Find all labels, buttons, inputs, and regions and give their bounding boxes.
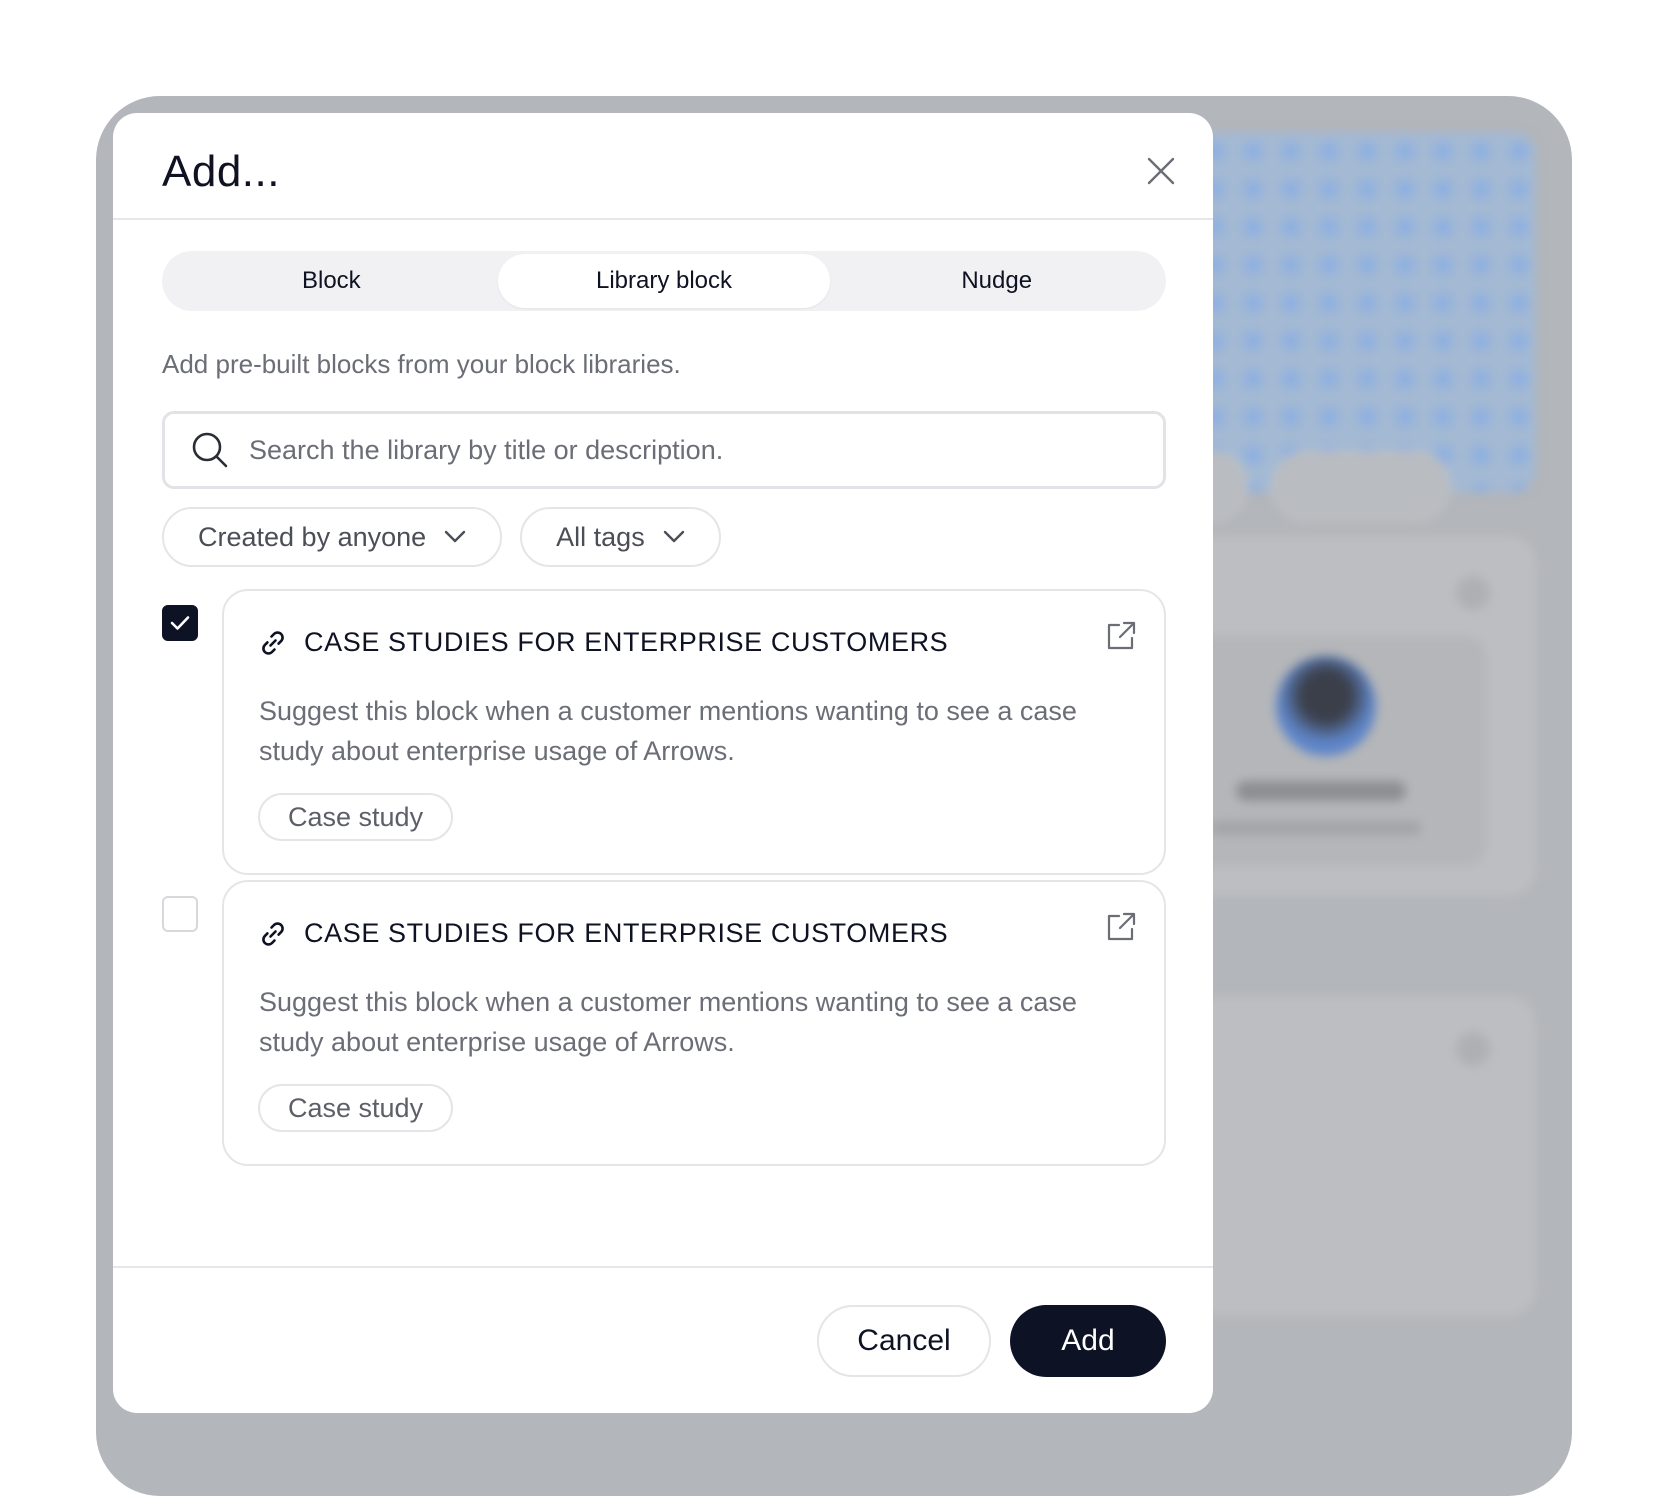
card-title-row: CASE STUDIES FOR ENTERPRISE CUSTOMERS xyxy=(258,627,948,658)
tab-label: Block xyxy=(301,267,361,294)
open-external-button[interactable] xyxy=(1104,619,1138,653)
dialog-description: Add pre-built blocks from your block lib… xyxy=(162,349,681,379)
dialog-title: Add... xyxy=(162,147,280,196)
library-block-card[interactable]: CASE STUDIES FOR ENTERPRISE CUSTOMERS Su… xyxy=(222,880,1166,1166)
checkmark-icon xyxy=(170,616,190,630)
tags-filter[interactable]: All tags xyxy=(520,507,721,567)
background-banner xyxy=(1196,132,1536,492)
background-dot-2 xyxy=(1456,1032,1490,1066)
add-button[interactable]: Add xyxy=(1010,1305,1166,1377)
tag-badge: Case study xyxy=(258,793,454,841)
item-checkbox[interactable] xyxy=(162,896,198,932)
external-link-icon xyxy=(1107,621,1136,650)
background-email-line xyxy=(1211,821,1421,835)
card-description: Suggest this block when a customer menti… xyxy=(259,987,1077,1057)
open-external-button[interactable] xyxy=(1104,910,1138,944)
library-block-card[interactable]: CASE STUDIES FOR ENTERPRISE CUSTOMERS Su… xyxy=(222,589,1166,875)
filter-bar: Created by anyone All tags xyxy=(162,507,721,567)
device-frame: Add... Block Library block Nudge Add pre… xyxy=(96,96,1572,1496)
background-card-2 xyxy=(1156,996,1536,1316)
list-item: CASE STUDIES FOR ENTERPRISE CUSTOMERS Su… xyxy=(162,880,1166,1166)
background-share-button xyxy=(1271,451,1451,521)
tab-bar: Block Library block Nudge xyxy=(162,251,1166,311)
external-link-icon xyxy=(1107,912,1136,941)
add-dialog: Add... Block Library block Nudge Add pre… xyxy=(113,113,1213,1413)
item-checkbox[interactable] xyxy=(162,605,198,641)
background-avatar xyxy=(1276,656,1376,756)
chevron-down-icon xyxy=(663,530,684,543)
tab-label: Nudge xyxy=(961,267,1033,294)
dialog-footer: Cancel Add xyxy=(113,1266,1213,1413)
close-icon xyxy=(1147,157,1175,185)
background-dot xyxy=(1456,576,1490,610)
link-icon xyxy=(262,630,284,655)
dialog-header: Add... xyxy=(113,113,1213,220)
tab-library-block[interactable]: Library block xyxy=(497,254,831,308)
search-input[interactable] xyxy=(249,434,1129,466)
filter-label: Created by anyone xyxy=(198,521,427,552)
chevron-down-icon xyxy=(444,530,466,543)
card-title: CASE STUDIES FOR ENTERPRISE CUSTOMERS xyxy=(304,627,949,657)
card-title: CASE STUDIES FOR ENTERPRISE CUSTOMERS xyxy=(304,918,949,948)
search-field[interactable] xyxy=(162,411,1166,489)
tab-block[interactable]: Block xyxy=(165,254,498,308)
tag-badge: Case study xyxy=(258,1084,454,1132)
search-icon xyxy=(192,432,228,468)
filter-label: All tags xyxy=(556,521,645,552)
card-title-row: CASE STUDIES FOR ENTERPRISE CUSTOMERS xyxy=(258,918,948,949)
created-by-filter[interactable]: Created by anyone xyxy=(162,507,503,567)
tab-label: Library block xyxy=(595,267,733,294)
link-icon xyxy=(262,921,284,946)
background-profile-card xyxy=(1156,536,1536,896)
list-item: CASE STUDIES FOR ENTERPRISE CUSTOMERS Su… xyxy=(162,589,1166,875)
card-description: Suggest this block when a customer menti… xyxy=(259,696,1077,766)
close-button[interactable] xyxy=(1139,149,1183,193)
cancel-button[interactable]: Cancel xyxy=(817,1305,991,1377)
background-name-line xyxy=(1236,781,1406,801)
tab-nudge[interactable]: Nudge xyxy=(830,254,1163,308)
